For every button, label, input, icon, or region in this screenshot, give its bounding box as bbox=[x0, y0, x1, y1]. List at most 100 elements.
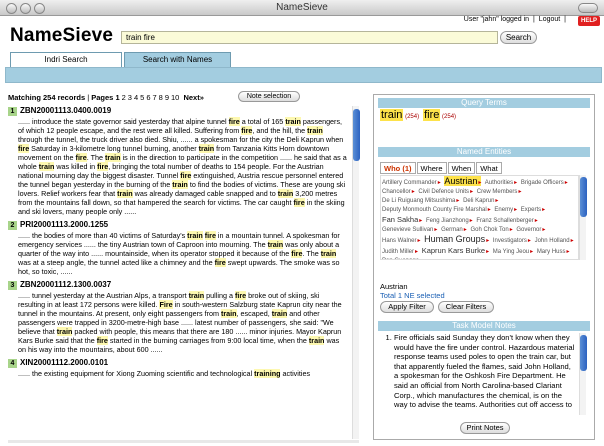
result-id[interactable]: ZBN20001113.0400.0019 bbox=[20, 106, 111, 115]
page-link[interactable]: 5 bbox=[140, 93, 144, 102]
filter-arrow-icon[interactable]: ▸ bbox=[518, 189, 521, 195]
result-header[interactable]: 4 XIN20001112.2000.0101 bbox=[8, 358, 348, 368]
filter-arrow-icon[interactable]: ▸ bbox=[542, 207, 545, 213]
filter-arrow-icon[interactable]: ▸ bbox=[419, 218, 422, 224]
entity-item[interactable]: Ma Ying Jeou▸ bbox=[493, 249, 533, 255]
help-button[interactable]: HELP bbox=[578, 16, 600, 26]
notes-scroll-thumb[interactable] bbox=[580, 335, 587, 371]
entity-item[interactable]: Human Groups▸ bbox=[424, 234, 489, 245]
results-hscrollbar[interactable] bbox=[8, 440, 359, 443]
filter-arrow-icon[interactable]: ▸ bbox=[566, 249, 569, 255]
result-id[interactable]: PRI20001113.2000.1255 bbox=[20, 220, 108, 229]
entity-item[interactable]: Deputy Monmouth County Fire Marshal▸ bbox=[382, 207, 491, 213]
task-notes[interactable]: Fire officials said Sunday they don't kn… bbox=[380, 333, 576, 411]
search-button[interactable]: Search bbox=[500, 31, 537, 44]
entity-item[interactable]: Mary Huss▸ bbox=[537, 249, 570, 255]
page-link[interactable]: 1 bbox=[115, 93, 119, 102]
result-id[interactable]: ZBN20001112.1300.0037 bbox=[20, 280, 111, 289]
filter-arrow-icon[interactable]: ▸ bbox=[417, 238, 420, 244]
apply-filter-button[interactable]: Apply Filter bbox=[380, 301, 434, 313]
entity-item[interactable]: Governor▸ bbox=[516, 227, 545, 233]
entity-item[interactable]: German▸ bbox=[441, 227, 467, 233]
entity-item[interactable]: Kaprun Kars Burke▸ bbox=[422, 246, 489, 255]
filter-arrow-icon[interactable]: ▸ bbox=[486, 238, 489, 244]
filter-arrow-icon[interactable]: ▸ bbox=[495, 198, 498, 204]
entity-item[interactable]: Pan Guangge▸ bbox=[382, 258, 423, 259]
query-term[interactable]: fire bbox=[423, 109, 441, 121]
entity-item[interactable]: Experts▸ bbox=[521, 207, 545, 213]
entity-tab[interactable]: Where bbox=[416, 162, 447, 174]
page-link[interactable]: 10 bbox=[171, 93, 179, 102]
entity-item[interactable]: Genevieve Sullivan▸ bbox=[382, 227, 437, 233]
entity-item[interactable]: Fan Sakha▸ bbox=[382, 215, 422, 224]
search-input[interactable] bbox=[121, 31, 498, 44]
next-page-link[interactable]: Next» bbox=[183, 93, 203, 102]
notes-scrollbar[interactable] bbox=[579, 333, 587, 415]
entity-item[interactable]: Judith Miller▸ bbox=[382, 249, 418, 255]
page-link[interactable]: 2 bbox=[122, 93, 126, 102]
filter-arrow-icon[interactable]: ▸ bbox=[470, 189, 473, 195]
entity-tab[interactable]: What bbox=[476, 162, 502, 174]
query-term[interactable]: train bbox=[380, 109, 404, 121]
entity-item[interactable]: Investigators▸ bbox=[493, 238, 531, 244]
entity-scroll-thumb[interactable] bbox=[580, 177, 587, 217]
tab-search-with-names[interactable]: Search with Names bbox=[124, 52, 231, 67]
print-notes-button[interactable]: Print Notes bbox=[460, 422, 510, 434]
entity-item[interactable]: Hans Walner▸ bbox=[382, 238, 420, 244]
entity-item[interactable]: John Holland▸ bbox=[535, 238, 574, 244]
filter-arrow-icon[interactable]: ▸ bbox=[456, 198, 459, 204]
page-link[interactable]: 3 bbox=[128, 93, 132, 102]
filter-arrow-icon[interactable]: ▸ bbox=[571, 238, 574, 244]
entity-tab[interactable]: Who (1) bbox=[380, 162, 416, 174]
logout-link[interactable]: Logout bbox=[539, 16, 560, 23]
result-id[interactable]: XIN20001112.2000.0101 bbox=[20, 358, 108, 367]
filter-arrow-icon[interactable]: ▸ bbox=[565, 180, 568, 186]
page-link[interactable]: 6 bbox=[146, 93, 150, 102]
filter-arrow-icon[interactable]: ▸ bbox=[478, 180, 481, 186]
filter-arrow-icon[interactable]: ▸ bbox=[510, 227, 513, 233]
filter-arrow-icon[interactable]: ▸ bbox=[438, 180, 441, 186]
entity-item[interactable]: Goh Chok Ton▸ bbox=[470, 227, 512, 233]
result-header[interactable]: 2 PRI20001113.2000.1255 bbox=[8, 220, 348, 230]
note-selection-button[interactable]: Note selection bbox=[238, 91, 300, 102]
filter-arrow-icon[interactable]: ▸ bbox=[486, 249, 489, 255]
filter-arrow-icon[interactable]: ▸ bbox=[514, 207, 517, 213]
filter-arrow-icon[interactable]: ▸ bbox=[530, 249, 533, 255]
entity-item[interactable]: Artillery Commander▸ bbox=[382, 180, 441, 186]
page-link[interactable]: 8 bbox=[159, 93, 163, 102]
filter-arrow-icon[interactable]: ▸ bbox=[415, 249, 418, 255]
entity-item[interactable]: Civil Defence Units▸ bbox=[418, 189, 473, 195]
page-link[interactable]: 9 bbox=[165, 93, 169, 102]
entity-item[interactable]: Feng Jianzhong▸ bbox=[426, 218, 473, 224]
entity-item[interactable]: Crew Members▸ bbox=[477, 189, 522, 195]
tab-indri-search[interactable]: Indri Search bbox=[10, 52, 122, 67]
entity-tab[interactable]: When bbox=[447, 162, 476, 174]
filter-arrow-icon[interactable]: ▸ bbox=[420, 258, 423, 259]
entity-item[interactable]: De Li Ruiguang Mitsushima▸ bbox=[382, 198, 459, 204]
clear-filters-button[interactable]: Clear Filters bbox=[438, 301, 494, 313]
filter-arrow-icon[interactable]: ▸ bbox=[488, 207, 491, 213]
filter-arrow-icon[interactable]: ▸ bbox=[514, 180, 517, 186]
entity-scrollbar[interactable] bbox=[579, 175, 587, 260]
filter-arrow-icon[interactable]: ▸ bbox=[470, 218, 473, 224]
entity-item[interactable]: Austrian▸ bbox=[444, 176, 482, 186]
filter-arrow-icon[interactable]: ▸ bbox=[464, 227, 467, 233]
toolbar-toggle-button[interactable] bbox=[578, 3, 598, 13]
entity-item[interactable]: Franz Schallenberger▸ bbox=[476, 218, 537, 224]
entity-item[interactable]: Enemy▸ bbox=[494, 207, 517, 213]
page-link[interactable]: 4 bbox=[134, 93, 138, 102]
results-scrollbar[interactable] bbox=[352, 106, 360, 439]
filter-arrow-icon[interactable]: ▸ bbox=[535, 218, 538, 224]
filter-arrow-icon[interactable]: ▸ bbox=[542, 227, 545, 233]
page-link[interactable]: 7 bbox=[152, 93, 156, 102]
results-scroll-thumb[interactable] bbox=[353, 109, 360, 161]
entity-item[interactable]: Chancellor▸ bbox=[382, 189, 415, 195]
result-header[interactable]: 1 ZBN20001113.0400.0019 bbox=[8, 106, 348, 116]
entity-item[interactable]: Deli Kaprun▸ bbox=[463, 198, 498, 204]
entity-item[interactable]: Brigade Officers▸ bbox=[521, 180, 568, 186]
filter-arrow-icon[interactable]: ▸ bbox=[528, 238, 531, 244]
filter-arrow-icon[interactable]: ▸ bbox=[434, 227, 437, 233]
result-header[interactable]: 3 ZBN20001112.1300.0037 bbox=[8, 280, 348, 290]
filter-arrow-icon[interactable]: ▸ bbox=[412, 189, 415, 195]
entity-item[interactable]: Authorities▸ bbox=[485, 180, 517, 186]
